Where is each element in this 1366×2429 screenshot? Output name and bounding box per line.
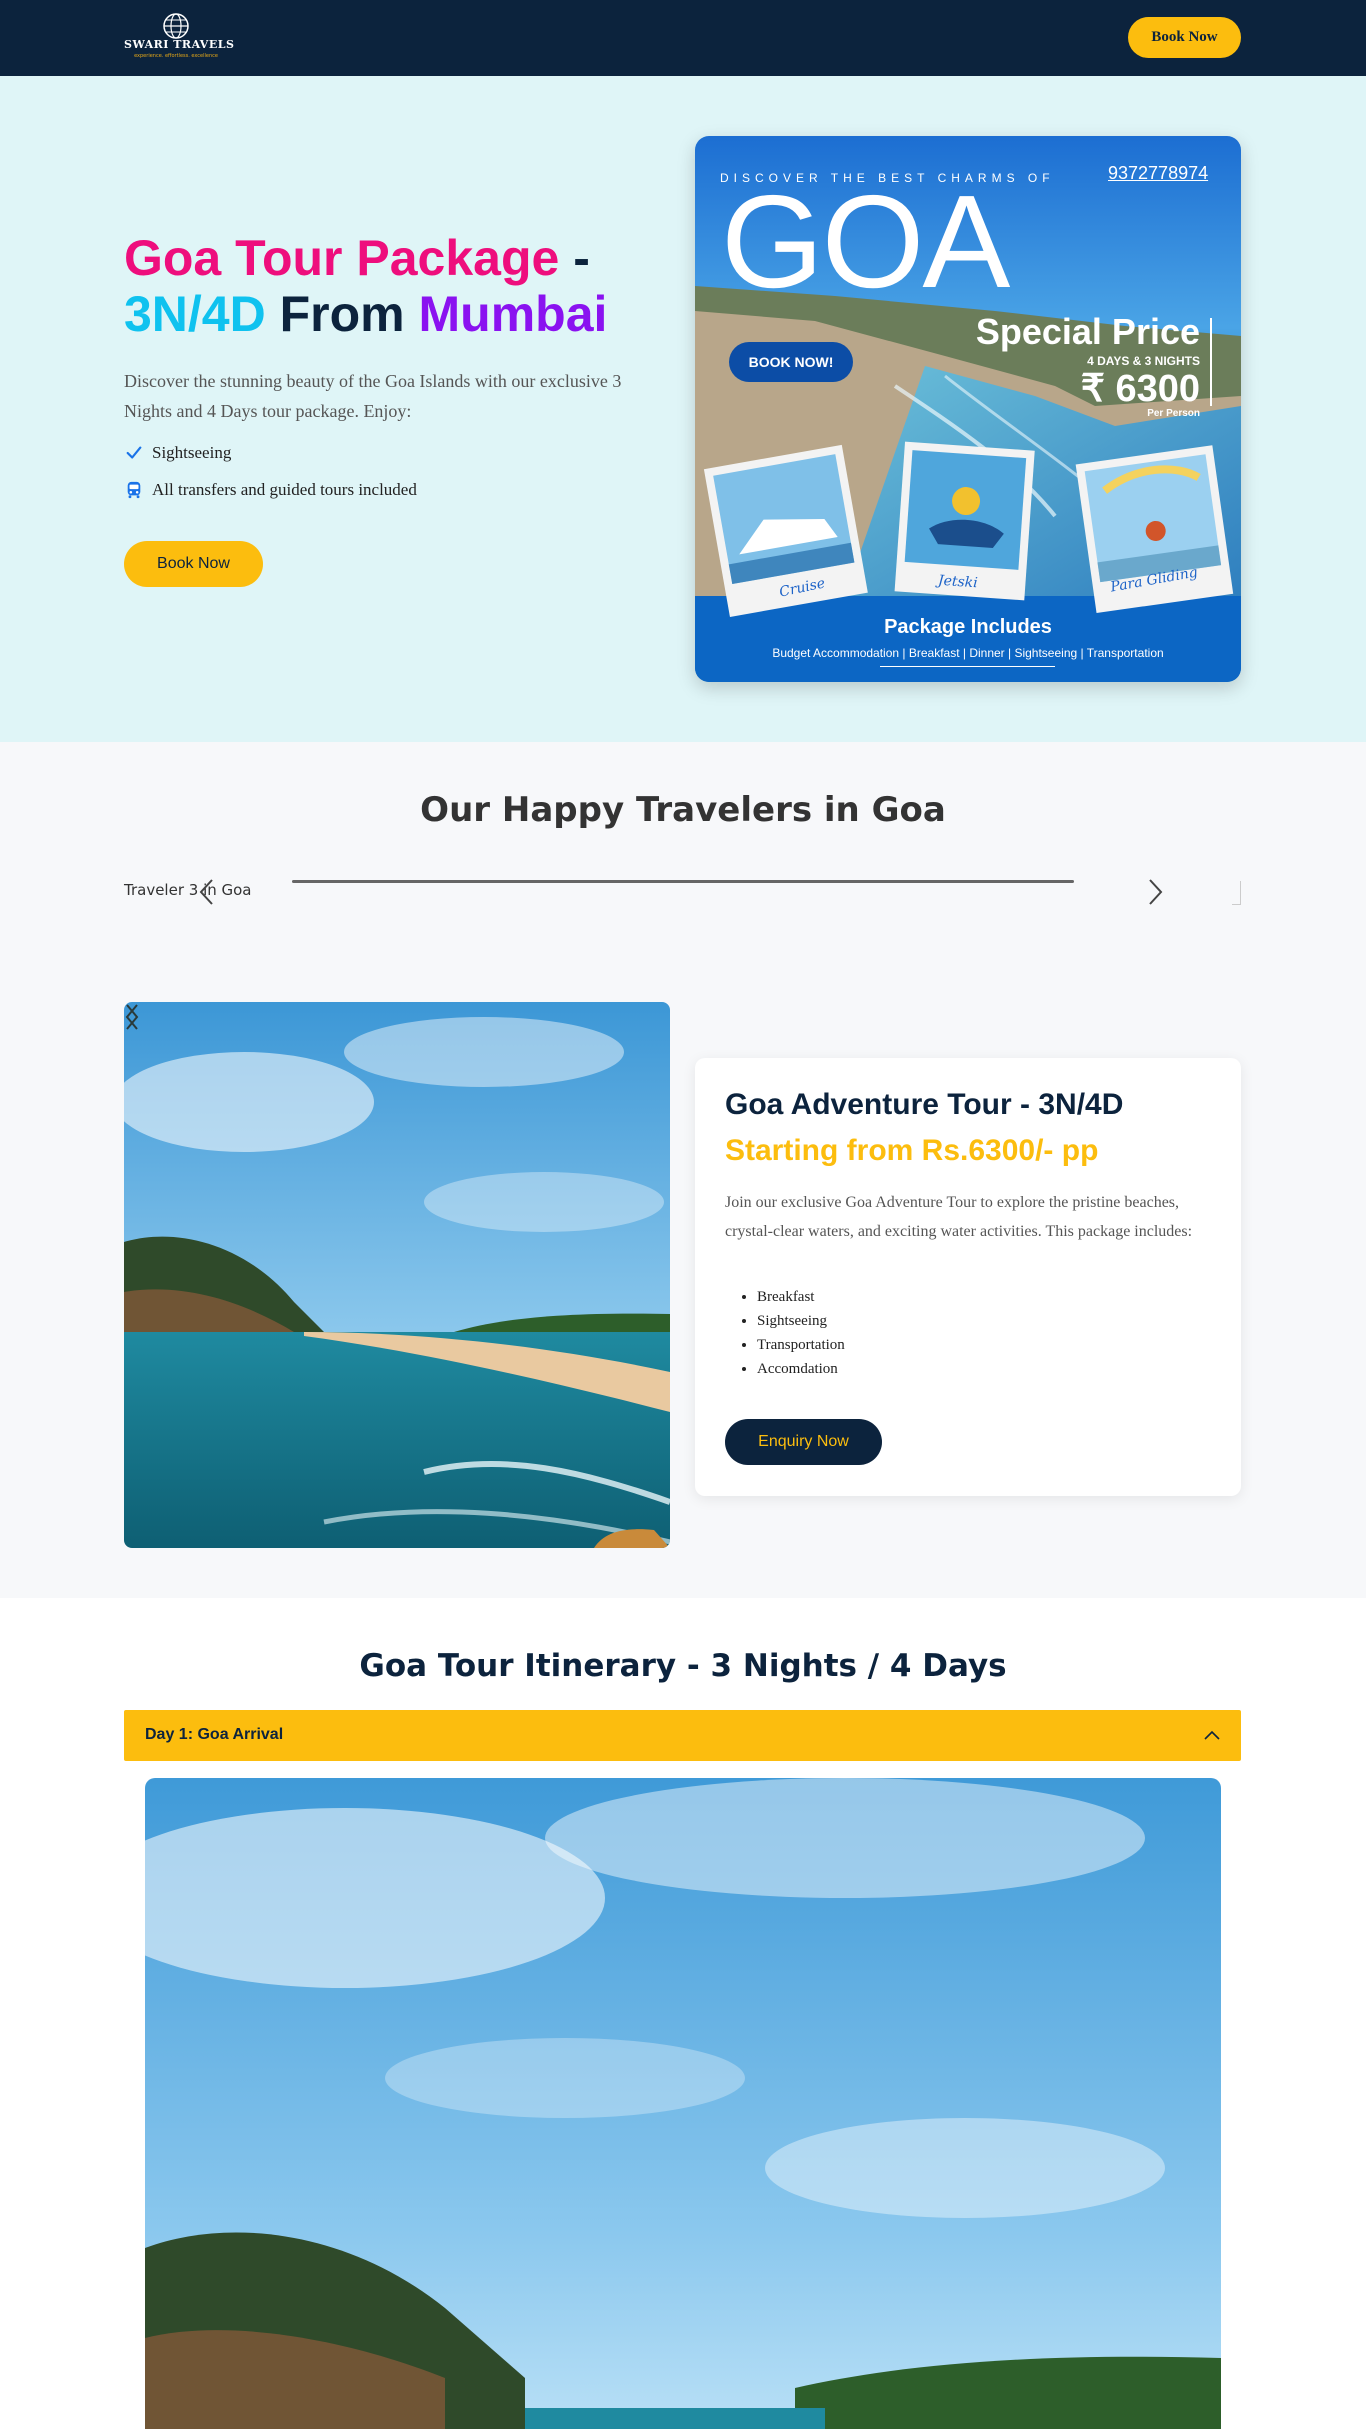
tour-title: Goa Adventure Tour - 3N/4D <box>725 1088 1124 1121</box>
tour-info-card: Goa Adventure Tour - 3N/4D Starting from… <box>695 1058 1241 1496</box>
chevron-left-icon[interactable] <box>198 877 216 907</box>
chevron-right-icon[interactable] <box>1146 877 1164 907</box>
enquiry-now-button[interactable]: Enquiry Now <box>725 1419 882 1465</box>
poster-divider <box>1210 318 1212 406</box>
hero-title-part3: Mumbai <box>418 286 608 342</box>
itinerary-title: Goa Tour Itinerary - 3 Nights / 4 Days <box>359 1648 1007 1684</box>
chevron-right-icon[interactable] <box>124 1002 140 1032</box>
bus-icon <box>124 480 144 500</box>
itinerary-section: Goa Tour Itinerary - 3 Nights / 4 Days D… <box>0 1598 1366 2429</box>
slider-track <box>292 880 1074 883</box>
list-item: Sightseeing <box>757 1309 845 1333</box>
logo-tagline: experience. effortless. excellence <box>134 53 218 59</box>
accordion-day1-label: Day 1: Goa Arrival <box>145 1726 284 1743</box>
traveler-image: Traveler 3 in Goa <box>124 881 252 899</box>
logo[interactable]: SWARI TRAVELS experience. effortless. ex… <box>124 10 235 62</box>
day1-image <box>145 1778 1221 2429</box>
feature-label: Sightseeing <box>152 443 232 462</box>
chevron-up-icon <box>1204 1730 1220 1740</box>
list-item: Accomdation <box>757 1357 845 1381</box>
travelers-section: Our Happy Travelers in Goa Traveler 3 in… <box>0 742 1366 1598</box>
hero-title: Goa Tour Package - 3N/4D From Mumbai <box>124 230 684 342</box>
feature-label: All transfers and guided tours included <box>152 480 417 499</box>
poster-goa-heading: GOA <box>721 168 1010 315</box>
poster-special-price: Special Price <box>975 311 1200 352</box>
feature-sightseeing: Sightseeing <box>124 443 231 463</box>
hero-title-part1: Goa Tour Package <box>124 230 560 286</box>
list-item: Transportation <box>757 1333 845 1357</box>
goa-promo-poster: DISCOVER THE BEST CHARMS OF 9372778974 G… <box>695 136 1241 682</box>
hero-book-now-button[interactable]: Book Now <box>124 541 263 587</box>
poster-per-person: Per Person <box>1147 408 1200 419</box>
globe-icon <box>163 13 189 39</box>
hero-section: Goa Tour Package - 3N/4D From Mumbai Dis… <box>0 76 1366 742</box>
travelers-title: Our Happy Travelers in Goa <box>420 790 946 830</box>
tour-includes-list: Breakfast Sightseeing Transportation Acc… <box>757 1285 845 1381</box>
site-header: SWARI TRAVELS experience. effortless. ex… <box>0 0 1366 76</box>
hero-title-dash: - <box>559 230 590 286</box>
accordion-day1-header[interactable]: Day 1: Goa Arrival <box>124 1710 1241 1761</box>
feature-transfers: All transfers and guided tours included <box>124 480 417 500</box>
check-icon <box>124 443 144 463</box>
tour-price: Starting from Rs.6300/- pp <box>725 1134 1099 1167</box>
tour-description: Join our exclusive Goa Adventure Tour to… <box>725 1194 1193 1240</box>
list-item: Breakfast <box>757 1285 845 1309</box>
hero-title-from: From <box>265 286 419 342</box>
tour-image-carousel <box>124 1002 670 1548</box>
beach-photo <box>124 1002 670 1548</box>
poster-includes-underline <box>880 666 1055 667</box>
poster-caption-jetski: Jetski <box>937 572 979 592</box>
poster-book-now-button[interactable]: BOOK NOW! <box>729 342 853 382</box>
day1-beach-photo <box>145 1778 1221 2429</box>
poster-phone-link[interactable]: 9372778974 <box>1108 163 1208 184</box>
poster-includes-title: Package Includes <box>884 616 1052 638</box>
poster-includes-list: Budget Accommodation | Breakfast | Dinne… <box>772 646 1164 660</box>
header-book-now-button[interactable]: Book Now <box>1128 17 1241 58</box>
poster-price: ₹ 6300 <box>1080 368 1200 410</box>
hero-title-part2: 3N/4D <box>124 286 266 342</box>
slider-image-placeholder <box>1232 881 1241 905</box>
logo-title: SWARI TRAVELS <box>124 38 235 51</box>
hero-description: Discover the stunning beauty of the Goa … <box>124 371 622 421</box>
